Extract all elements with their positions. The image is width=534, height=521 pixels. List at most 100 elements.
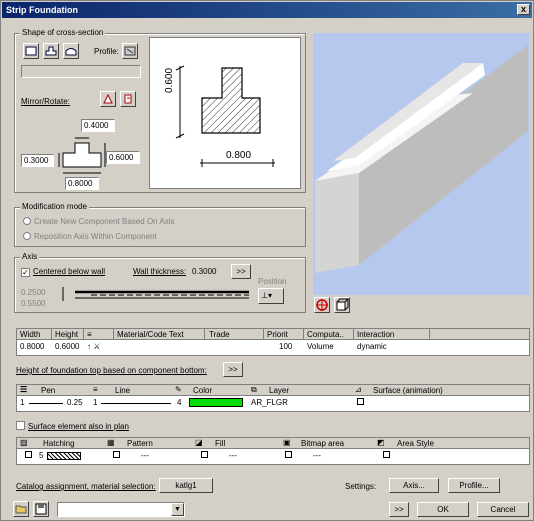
footer-more-button[interactable]: >> [389,502,409,517]
axis-value-2: 0.5500 [21,299,46,308]
centered-checkbox[interactable]: ✓ Centered below wall [21,267,105,277]
hatch-table: ▨ Hatching ▦ Pattern ◪ Fill ▣ Bitmap are… [16,437,530,465]
cancel-button[interactable]: Cancel [477,502,529,517]
position-label: Position [258,277,287,286]
axis-line-diagram [62,287,249,301]
profile-name-field[interactable] [21,65,141,78]
fill-icon: ◪ [195,438,203,447]
close-button[interactable]: x [517,4,530,15]
col-computation: Computa.. [307,330,344,339]
layer-icon: ⧉ [251,385,257,394]
mirror-icon[interactable] [100,91,116,107]
wall-thickness-value: 0.3000 [192,267,217,276]
col-area-style: Area Style [397,439,434,448]
axis-group-label: Axis [20,252,40,261]
ok-button[interactable]: OK [417,502,469,517]
round-shape-icon[interactable] [63,43,79,59]
col-priority: Priorit [267,330,288,339]
cross-section-preview: 0.600 0.800 [149,37,301,189]
bitmap-checkbox[interactable] [285,451,292,460]
position-dropdown-icon[interactable]: ⊥▾ [258,288,284,304]
cell-computation[interactable]: Volume [307,342,334,351]
tshape-icon[interactable] [43,43,59,59]
square-icon [201,451,208,458]
save-icon[interactable] [33,501,49,517]
cell-bitmap[interactable]: --- [313,451,321,460]
dim-top-field[interactable]: 0.4000 [81,119,115,132]
col-surface: Surface (animation) [373,386,443,395]
profile-icon[interactable] [122,43,138,59]
col-hatching: Hatching [43,439,75,448]
cell-height[interactable]: 0.6000 [55,342,79,351]
square-icon [383,451,390,458]
create-new-label: Create New Component Based On Axis [34,217,175,226]
create-new-option[interactable]: Create New Component Based On Axis [23,217,175,226]
view-3d-icon[interactable] [334,297,350,313]
check-icon [16,421,25,430]
strip-foundation-dialog: Strip Foundation x Shape of cross-sectio… [0,0,534,521]
col-width: Width [20,330,41,339]
cell-priority[interactable]: 100 [279,342,292,351]
axis-more-button[interactable]: >> [231,264,251,279]
hatch-table-header [17,438,529,449]
square-icon [285,451,292,458]
cell-pattern[interactable]: --- [141,451,149,460]
col-fill: Fill [215,439,226,448]
surface-plan-checkbox[interactable]: Surface element also in plan [16,421,129,431]
dim-bottom-field[interactable]: 0.8000 [65,177,99,190]
color-swatch[interactable] [189,398,243,407]
catalog-label: Catalog assignment, material selection: [16,482,156,491]
cell-hatch-num[interactable]: 5 [39,451,43,460]
profile-settings-button[interactable]: Profile... [448,478,500,493]
cell-interaction[interactable]: dynamic [357,342,387,351]
hatching-icon: ▨ [20,438,28,447]
catalog-button[interactable]: katlg1 [159,478,213,493]
open-folder-icon[interactable] [13,501,29,517]
area-style-checkbox[interactable] [383,451,390,460]
col-sep [303,329,304,340]
surface-icon: ⊿ [355,385,362,394]
col-sep [429,329,430,340]
col-align: ≡ [87,330,92,339]
cell-align[interactable]: ↑ ⚔ [87,342,100,351]
favorites-dropdown[interactable]: ▼ [57,502,185,517]
col-sep [353,329,354,340]
rect-shape-icon[interactable] [23,43,39,59]
foundation-3d-render [315,45,528,273]
dim-left-field[interactable]: 0.3000 [21,154,54,167]
hatch-sample[interactable] [47,452,81,460]
col-material: Material/Code Text [117,330,184,339]
reposition-option[interactable]: Reposition Axis Within Component [23,232,157,241]
col-sep [204,329,205,340]
radio-icon [23,217,31,225]
preview-height-label: 0.600 [164,67,175,93]
square-icon [113,451,120,458]
surface-plan-label: Surface element also in plan [28,422,129,431]
line-sample [101,403,171,404]
fill-checkbox[interactable] [201,451,208,460]
cell-width[interactable]: 0.8000 [20,342,44,351]
axis-settings-button[interactable]: Axis... [389,478,439,493]
target-icon[interactable] [314,297,330,313]
preview-3d[interactable] [313,33,529,295]
shape-group-label: Shape of cross-section [20,28,106,37]
hatch-checkbox[interactable] [25,451,32,460]
height-more-button[interactable]: >> [223,362,243,377]
modification-group-label: Modification mode [20,202,89,211]
cell-pen-width[interactable]: 0.25 [67,398,83,407]
cell-line[interactable]: 1 [93,398,97,407]
dim-right-field[interactable]: 0.6000 [106,151,140,164]
pattern-checkbox[interactable] [113,451,120,460]
surface-checkbox[interactable] [357,398,364,407]
cell-color[interactable]: 4 [177,398,181,407]
rotate-icon[interactable] [120,91,136,107]
chevron-down-icon[interactable]: ▼ [171,503,184,516]
cell-fill[interactable]: --- [229,451,237,460]
line-icon: ≡ [93,385,98,394]
cell-layer[interactable]: AR_FLGR [251,398,288,407]
col-sep [51,329,52,340]
profile-label: Profile: [94,47,119,56]
col-color: Color [193,386,213,395]
col-layer: Layer [269,386,290,395]
cell-pen[interactable]: 1 [20,398,24,407]
